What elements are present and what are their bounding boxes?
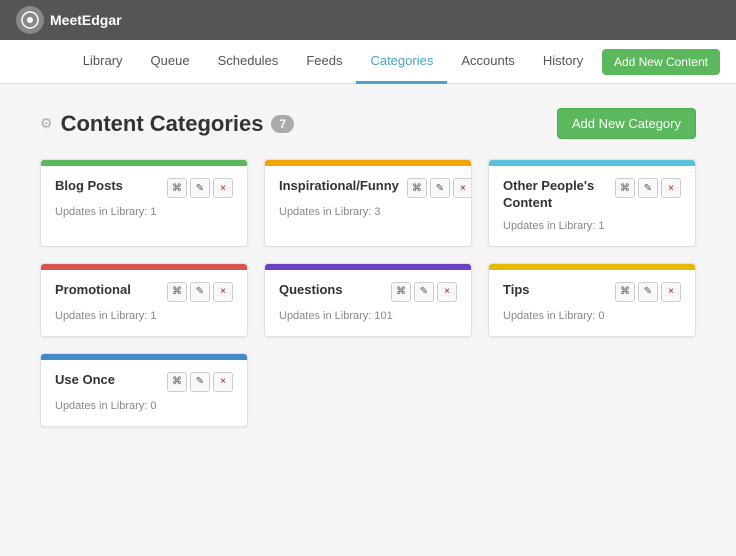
category-delete-button[interactable]: ×	[213, 372, 233, 392]
card-title: Other People's Content	[503, 178, 607, 212]
category-edit-button[interactable]: ✎	[190, 178, 210, 198]
category-copy-button[interactable]: ⌘	[615, 178, 635, 198]
add-new-content-button[interactable]: Add New Content	[602, 49, 720, 75]
card-body: Use Once ⌘ ✎ × Updates in Library: 0	[41, 360, 247, 426]
card-body: Questions ⌘ ✎ × Updates in Library: 101	[265, 270, 471, 336]
card-header: Other People's Content ⌘ ✎ ×	[503, 178, 681, 212]
page-header: ⚙ Content Categories 7 Add New Category	[40, 108, 696, 139]
card-actions: ⌘ ✎ ×	[615, 282, 681, 302]
card-header: Tips ⌘ ✎ ×	[503, 282, 681, 302]
category-delete-button[interactable]: ×	[213, 178, 233, 198]
card-body: Tips ⌘ ✎ × Updates in Library: 0	[489, 270, 695, 336]
card-header: Promotional ⌘ ✎ ×	[55, 282, 233, 302]
nav-categories[interactable]: Categories	[356, 40, 447, 84]
page-title: Content Categories	[61, 111, 264, 137]
category-copy-button[interactable]: ⌘	[407, 178, 427, 198]
card-body: Blog Posts ⌘ ✎ × Updates in Library: 1	[41, 166, 247, 232]
card-stats: Updates in Library: 3	[279, 206, 457, 218]
category-card-inspirational-funny: Inspirational/Funny ⌘ ✎ × Updates in Lib…	[264, 159, 472, 247]
card-body: Inspirational/Funny ⌘ ✎ × Updates in Lib…	[265, 166, 471, 232]
top-bar: MeetEdgar	[0, 0, 736, 40]
card-header: Questions ⌘ ✎ ×	[279, 282, 457, 302]
card-title: Questions	[279, 282, 343, 299]
nav-schedules[interactable]: Schedules	[204, 40, 293, 84]
category-card-promotional: Promotional ⌘ ✎ × Updates in Library: 1	[40, 263, 248, 337]
card-stats: Updates in Library: 1	[503, 220, 681, 232]
categories-grid: Blog Posts ⌘ ✎ × Updates in Library: 1 I…	[40, 159, 696, 427]
logo-icon	[16, 6, 44, 34]
main-content: ⚙ Content Categories 7 Add New Category …	[0, 84, 736, 556]
card-actions: ⌘ ✎ ×	[391, 282, 457, 302]
logo-area: MeetEdgar	[16, 6, 122, 34]
card-header: Use Once ⌘ ✎ ×	[55, 372, 233, 392]
category-card-tips: Tips ⌘ ✎ × Updates in Library: 0	[488, 263, 696, 337]
category-copy-button[interactable]: ⌘	[167, 178, 187, 198]
category-delete-button[interactable]: ×	[437, 282, 457, 302]
page-title-area: ⚙ Content Categories 7	[40, 111, 294, 137]
card-actions: ⌘ ✎ ×	[615, 178, 681, 198]
category-delete-button[interactable]: ×	[661, 178, 681, 198]
card-actions: ⌘ ✎ ×	[407, 178, 472, 198]
nav-queue[interactable]: Queue	[137, 40, 204, 84]
card-body: Promotional ⌘ ✎ × Updates in Library: 1	[41, 270, 247, 336]
add-new-category-button[interactable]: Add New Category	[557, 108, 696, 139]
card-header: Inspirational/Funny ⌘ ✎ ×	[279, 178, 457, 198]
category-edit-button[interactable]: ✎	[638, 282, 658, 302]
card-stats: Updates in Library: 101	[279, 310, 457, 322]
nav-history[interactable]: History	[529, 40, 597, 84]
category-copy-button[interactable]: ⌘	[615, 282, 635, 302]
category-copy-button[interactable]: ⌘	[167, 372, 187, 392]
category-copy-button[interactable]: ⌘	[167, 282, 187, 302]
category-card-use-once: Use Once ⌘ ✎ × Updates in Library: 0	[40, 353, 248, 427]
nav-bar: Library Queue Schedules Feeds Categories…	[0, 40, 736, 84]
category-delete-button[interactable]: ×	[453, 178, 472, 198]
settings-icon: ⚙	[40, 115, 53, 132]
card-title: Blog Posts	[55, 178, 123, 195]
category-edit-button[interactable]: ✎	[430, 178, 450, 198]
category-delete-button[interactable]: ×	[661, 282, 681, 302]
card-stats: Updates in Library: 1	[55, 310, 233, 322]
category-edit-button[interactable]: ✎	[638, 178, 658, 198]
card-actions: ⌘ ✎ ×	[167, 282, 233, 302]
category-edit-button[interactable]: ✎	[414, 282, 434, 302]
category-card-other-peoples-content: Other People's Content ⌘ ✎ × Updates in …	[488, 159, 696, 247]
category-copy-button[interactable]: ⌘	[391, 282, 411, 302]
card-title: Tips	[503, 282, 530, 299]
card-stats: Updates in Library: 0	[503, 310, 681, 322]
category-count-badge: 7	[271, 115, 294, 133]
logo-text: MeetEdgar	[50, 12, 122, 28]
nav-library[interactable]: Library	[69, 40, 137, 84]
card-header: Blog Posts ⌘ ✎ ×	[55, 178, 233, 198]
card-body: Other People's Content ⌘ ✎ × Updates in …	[489, 166, 695, 246]
card-title: Inspirational/Funny	[279, 178, 399, 195]
card-stats: Updates in Library: 0	[55, 400, 233, 412]
category-card-questions: Questions ⌘ ✎ × Updates in Library: 101	[264, 263, 472, 337]
category-card-blog-posts: Blog Posts ⌘ ✎ × Updates in Library: 1	[40, 159, 248, 247]
card-title: Use Once	[55, 372, 115, 389]
card-actions: ⌘ ✎ ×	[167, 178, 233, 198]
card-actions: ⌘ ✎ ×	[167, 372, 233, 392]
nav-feeds[interactable]: Feeds	[292, 40, 356, 84]
category-edit-button[interactable]: ✎	[190, 372, 210, 392]
category-edit-button[interactable]: ✎	[190, 282, 210, 302]
card-stats: Updates in Library: 1	[55, 206, 233, 218]
card-title: Promotional	[55, 282, 131, 299]
nav-accounts[interactable]: Accounts	[447, 40, 528, 84]
category-delete-button[interactable]: ×	[213, 282, 233, 302]
